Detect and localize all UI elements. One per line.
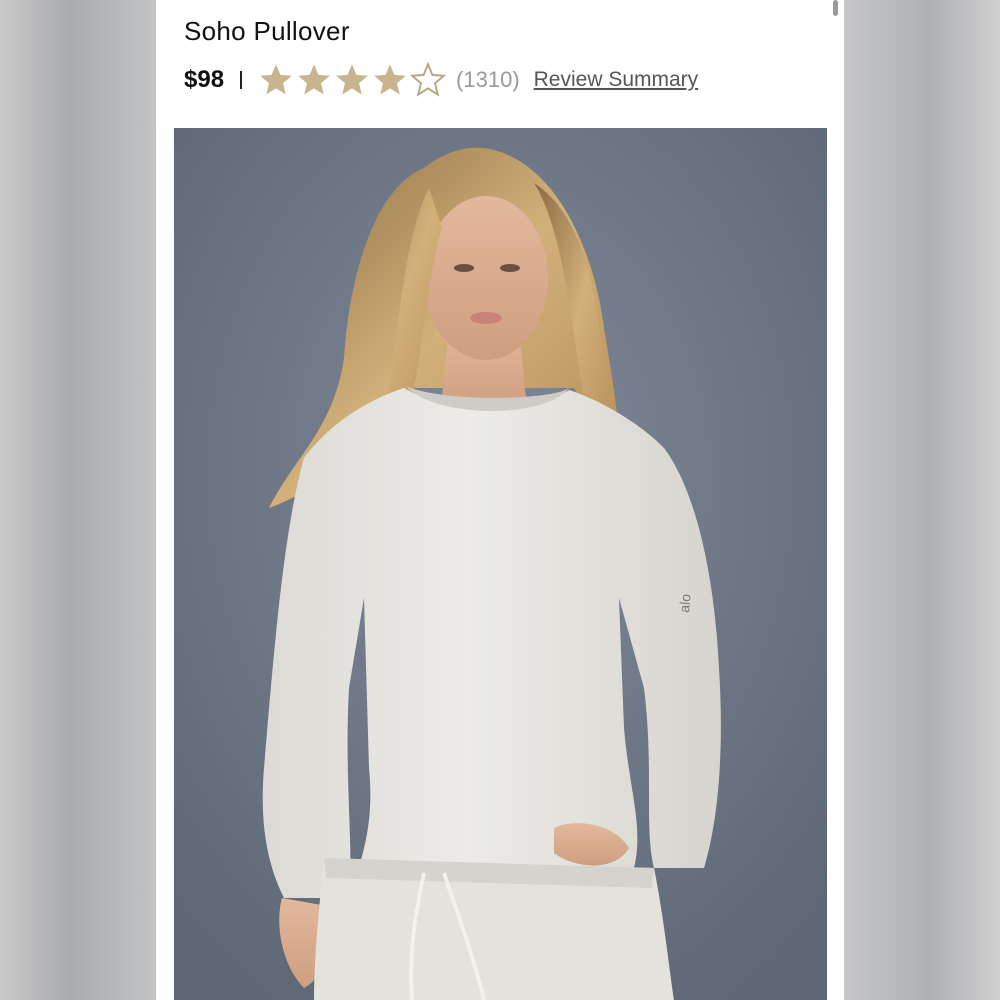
star-filled-icon: [334, 62, 370, 98]
model-photo-illustration: alo: [174, 128, 827, 1000]
star-empty-icon: [410, 62, 447, 98]
scrollbar-thumb[interactable]: [833, 0, 838, 16]
right-background: [844, 0, 1000, 1000]
review-count: (1310): [456, 67, 520, 92]
star-rating[interactable]: [258, 62, 447, 98]
left-background: [0, 0, 156, 1000]
product-image[interactable]: alo: [174, 128, 827, 1000]
product-price: $98: [184, 66, 225, 93]
product-panel: Soho Pullover $98 (1310) Review Summary: [156, 0, 844, 1000]
star-filled-icon: [296, 62, 332, 98]
star-filled-icon: [258, 62, 294, 98]
product-title: Soho Pullover: [184, 16, 350, 46]
product-meta-row: $98 (1310) Review Summary: [184, 58, 698, 102]
price-divider: [240, 71, 243, 89]
star-filled-icon: [372, 62, 408, 98]
review-summary-link[interactable]: Review Summary: [534, 68, 699, 92]
sleeve-logo: alo: [676, 593, 694, 613]
